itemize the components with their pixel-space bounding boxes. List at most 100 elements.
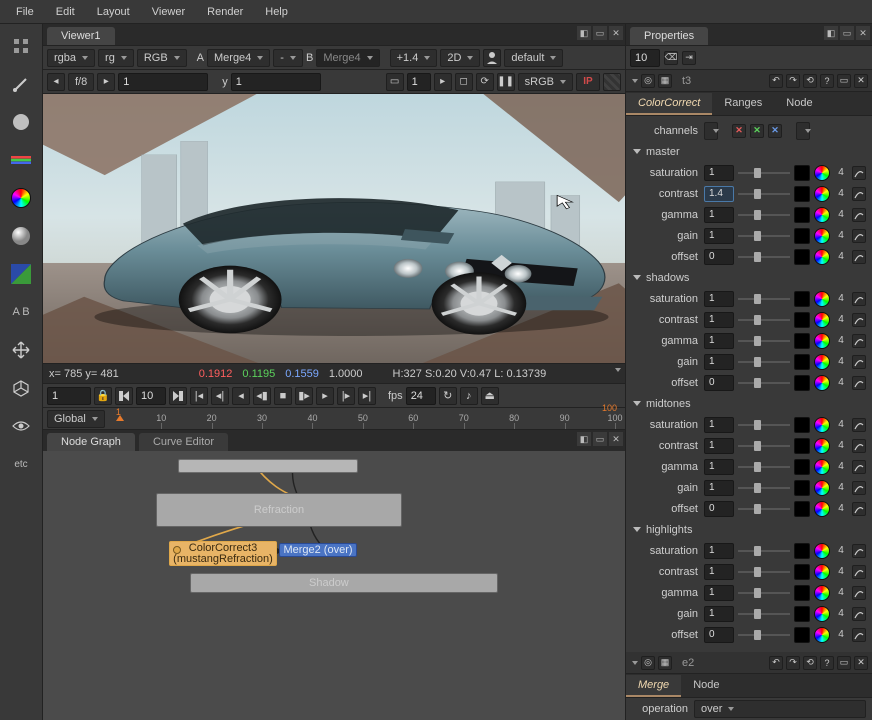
param-value-input[interactable] (704, 564, 734, 580)
param-value-input[interactable] (704, 291, 734, 307)
tab-properties[interactable]: Properties (630, 27, 708, 45)
exposure-next-button[interactable]: ▸ (97, 73, 115, 91)
operation-dropdown[interactable]: over (694, 700, 866, 718)
panel-node-icon[interactable]: ▦ (658, 74, 672, 88)
channels-mask-dropdown[interactable] (796, 122, 810, 140)
current-frame-input[interactable] (47, 387, 91, 405)
curve-icon[interactable] (852, 544, 866, 558)
roi-icon[interactable]: ◻ (455, 73, 473, 91)
timeline-track[interactable]: 1 100 102030405060708090100 (111, 409, 615, 429)
lock-panels-icon[interactable]: ⇥ (682, 51, 696, 65)
panel-count-input[interactable] (630, 49, 660, 67)
menu-render[interactable]: Render (197, 3, 253, 21)
node-merge[interactable]: Merge2 (over) (279, 543, 357, 557)
increment-input[interactable] (136, 387, 166, 405)
color-wheel-icon[interactable] (814, 438, 830, 454)
gamma-input[interactable] (231, 73, 321, 91)
fstop-label[interactable]: f/8 (68, 73, 94, 91)
panel-help-icon[interactable]: ? (820, 74, 834, 88)
param-slider[interactable] (738, 187, 790, 201)
color-wheel-icon[interactable] (814, 249, 830, 265)
color-swatch[interactable] (794, 417, 810, 433)
panel2-revert-icon[interactable]: ⟲ (803, 656, 817, 670)
panel2-close-icon[interactable]: ✕ (854, 656, 868, 670)
color-swatch[interactable] (794, 501, 810, 517)
subtab-node[interactable]: Node (774, 93, 824, 115)
person-icon[interactable] (483, 49, 501, 67)
monitor-count-input[interactable] (407, 73, 431, 91)
status-caret-icon[interactable] (615, 368, 621, 372)
play-back-icon[interactable]: ◂ (232, 387, 250, 405)
param-value-input[interactable] (704, 501, 734, 517)
param-slider[interactable] (738, 460, 790, 474)
color-swatch[interactable] (794, 312, 810, 328)
param-value-input[interactable] (704, 354, 734, 370)
curve-icon[interactable] (852, 376, 866, 390)
param-value-input[interactable] (704, 186, 734, 202)
dock-float-icon[interactable]: ◧ (577, 26, 591, 40)
refresh-icon[interactable]: ⟳ (476, 73, 494, 91)
panel2-maximize-icon[interactable]: ▭ (837, 656, 851, 670)
color-swatch[interactable] (794, 186, 810, 202)
panel-undo-icon[interactable]: ↶ (769, 74, 783, 88)
curve-icon[interactable] (852, 607, 866, 621)
exposure-prev-button[interactable]: ◂ (47, 73, 65, 91)
colorspace-dropdown[interactable]: RGB (137, 49, 187, 67)
subtab-merge[interactable]: Merge (626, 675, 681, 697)
color-wheel-icon[interactable] (814, 606, 830, 622)
prev-key-icon[interactable]: ◂| (211, 387, 229, 405)
eject-icon[interactable]: ⏏ (481, 387, 499, 405)
first-frame-icon[interactable]: |◂ (190, 387, 208, 405)
node-shadow[interactable]: Shadow (190, 573, 498, 593)
stop-icon[interactable]: ■ (274, 387, 292, 405)
collapse-icon-2[interactable] (632, 661, 638, 665)
clip-warning-icon[interactable] (603, 73, 621, 91)
param-value-input[interactable] (704, 438, 734, 454)
param-slider[interactable] (738, 313, 790, 327)
panel-redo-icon[interactable]: ↷ (786, 74, 800, 88)
next-key-icon[interactable]: |▸ (337, 387, 355, 405)
input-a-dropdown[interactable]: Merge4 (207, 49, 270, 67)
tool-color-wheel-icon[interactable] (7, 184, 35, 212)
color-wheel-icon[interactable] (814, 585, 830, 601)
color-swatch[interactable] (794, 585, 810, 601)
viewport[interactable] (43, 94, 625, 363)
menu-viewer[interactable]: Viewer (142, 3, 195, 21)
channel-short-dropdown[interactable]: rg (98, 49, 134, 67)
subtab-colorcorrect[interactable]: ColorCorrect (626, 93, 712, 115)
param-slider[interactable] (738, 607, 790, 621)
panel2-undo-icon[interactable]: ↶ (769, 656, 783, 670)
color-wheel-icon[interactable] (814, 375, 830, 391)
tab-node-graph[interactable]: Node Graph (47, 433, 135, 451)
color-swatch[interactable] (794, 564, 810, 580)
panel-close-icon[interactable]: ✕ (854, 74, 868, 88)
color-swatch[interactable] (794, 291, 810, 307)
props-close-icon[interactable]: ✕ (856, 26, 870, 40)
group-expander-icon[interactable] (632, 527, 642, 532)
node-dot-icon[interactable] (173, 546, 181, 554)
param-slider[interactable] (738, 628, 790, 642)
monitor-next-icon[interactable]: ▸ (434, 73, 452, 91)
dock-max-icon[interactable]: ▭ (593, 26, 607, 40)
param-slider[interactable] (738, 208, 790, 222)
panel2-node-icon[interactable]: ▦ (658, 656, 672, 670)
curve-icon[interactable] (852, 166, 866, 180)
channel-r-toggle[interactable]: ✕ (732, 124, 746, 138)
group-expander-icon[interactable] (632, 275, 642, 280)
input-b-dropdown[interactable]: Merge4 (316, 49, 379, 67)
color-wheel-icon[interactable] (814, 186, 830, 202)
node-backdrop-top[interactable] (178, 459, 358, 473)
layer-dropdown[interactable]: rgba (47, 49, 95, 67)
panel2-help-icon[interactable]: ? (820, 656, 834, 670)
color-wheel-icon[interactable] (814, 543, 830, 559)
timeline-ruler[interactable]: Global 1 100 102030405060708090100 (43, 407, 625, 429)
tool-rgb-bars-icon[interactable] (7, 146, 35, 174)
param-slider[interactable] (738, 355, 790, 369)
panel-center-icon[interactable]: ◎ (641, 74, 655, 88)
curve-icon[interactable] (852, 292, 866, 306)
param-slider[interactable] (738, 229, 790, 243)
param-slider[interactable] (738, 586, 790, 600)
playhead-icon[interactable] (116, 415, 124, 421)
curve-icon[interactable] (852, 250, 866, 264)
props-max-icon[interactable]: ▭ (840, 26, 854, 40)
